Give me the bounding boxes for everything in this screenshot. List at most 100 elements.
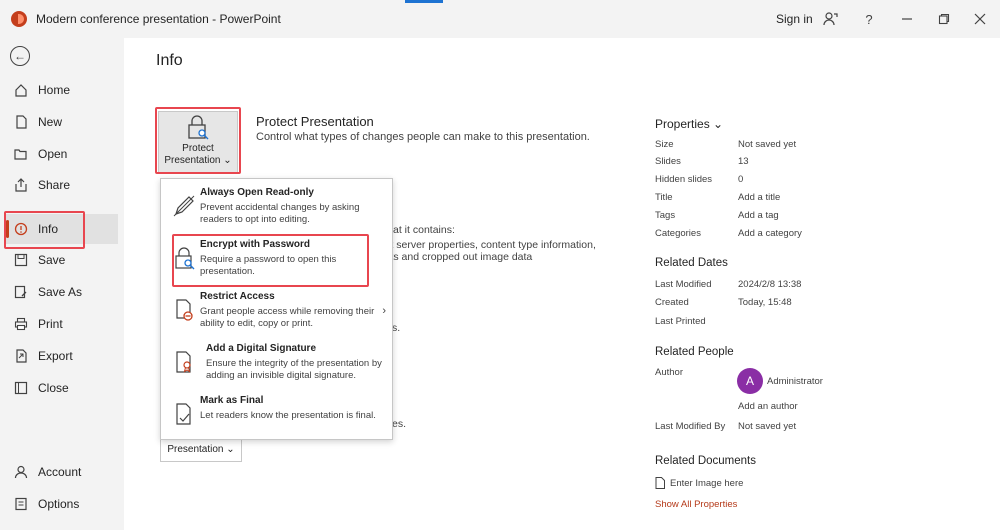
backstage-sidebar: ← Home New Open Share Info Save Save As … — [0, 38, 124, 530]
property-value-editable[interactable]: Add a category — [738, 228, 802, 239]
sidebar-item-label: New — [38, 115, 63, 129]
property-label: Tags — [655, 210, 676, 221]
new-document-icon — [14, 115, 28, 129]
title-bar: Modern conference presentation - PowerPo… — [0, 0, 1000, 38]
title-indicator — [405, 0, 443, 3]
home-icon — [14, 83, 28, 97]
menu-item-description: Ensure the integrity of the presentation… — [206, 358, 382, 381]
property-value-editable[interactable]: Add a title — [738, 192, 780, 203]
sidebar-item-share[interactable]: Share — [6, 170, 118, 200]
coauthor-icon[interactable] — [820, 8, 842, 30]
window-title: Modern conference presentation - PowerPo… — [36, 12, 281, 26]
sidebar-item-options[interactable]: Options — [6, 489, 118, 519]
mark-final-icon — [171, 401, 197, 427]
sidebar-item-label: Share — [38, 178, 71, 192]
sidebar-item-label: Account — [38, 465, 82, 479]
author-label: Author — [655, 367, 683, 378]
save-icon — [14, 253, 28, 267]
sidebar-item-save-as[interactable]: Save As — [6, 277, 118, 307]
inspect-text: ments and cropped out image data — [370, 251, 533, 263]
minimize-icon[interactable] — [896, 8, 918, 30]
menu-item-title: Encrypt with Password — [200, 239, 311, 250]
property-label: Title — [655, 192, 673, 203]
sidebar-item-label: Print — [38, 317, 63, 331]
date-label: Last Modified — [655, 279, 712, 290]
menu-item-restrict-access[interactable]: Restrict Access Grant people access whil… — [161, 283, 392, 335]
sidebar-item-label: Options — [38, 497, 80, 511]
sidebar-item-label: Close — [38, 381, 69, 395]
protect-menu: Always Open Read-only Prevent accidental… — [160, 178, 393, 440]
restore-icon[interactable] — [933, 8, 955, 30]
inspect-text: s. — [392, 322, 401, 334]
protect-presentation-button[interactable]: Protect Presentation ⌄ — [158, 111, 238, 173]
property-value: 13 — [738, 156, 749, 167]
protect-button-line1: Protect — [182, 143, 214, 154]
sidebar-item-close[interactable]: Close — [6, 373, 118, 403]
protect-button-line2: Presentation ⌄ — [164, 155, 232, 166]
sidebar-item-label: Info — [38, 222, 59, 236]
date-label: Created — [655, 297, 689, 308]
export-icon — [14, 349, 28, 363]
options-icon — [14, 497, 28, 511]
property-label: Size — [655, 139, 674, 150]
sidebar-item-label: Home — [38, 83, 71, 97]
share-icon — [14, 178, 28, 192]
sidebar-item-info[interactable]: Info — [6, 214, 118, 244]
property-value: Not saved yet — [738, 421, 797, 432]
author-name-text: Administrator — [767, 376, 823, 387]
protect-description: Control what types of changes people can… — [256, 131, 590, 143]
folder-open-icon — [14, 147, 28, 161]
info-icon — [14, 222, 28, 236]
menu-item-title: Mark as Final — [200, 395, 264, 406]
help-icon[interactable]: ? — [858, 8, 880, 30]
date-value: Today, 15:48 — [738, 297, 792, 308]
sidebar-item-home[interactable]: Home — [6, 75, 118, 105]
menu-item-description: Let readers know the presentation is fin… — [200, 410, 376, 421]
lock-key-icon — [188, 115, 209, 140]
date-label: Last Printed — [655, 316, 706, 327]
sign-in-link[interactable]: Sign in — [776, 12, 813, 26]
close-document-icon — [14, 381, 28, 395]
avatar[interactable]: A — [737, 368, 763, 394]
back-arrow-icon[interactable]: ← — [10, 46, 30, 66]
sidebar-item-label: Save As — [38, 285, 83, 299]
menu-item-title: Restrict Access — [200, 291, 275, 302]
restrict-access-icon — [171, 297, 197, 323]
property-value-editable[interactable]: Add a tag — [738, 210, 779, 221]
menu-item-mark-as-final[interactable]: Mark as Final Let readers know the prese… — [161, 387, 392, 439]
powerpoint-logo-icon — [11, 11, 27, 27]
date-value: 2024/2/8 13:38 — [738, 279, 802, 290]
inspect-text: ment server properties, content type inf… — [370, 239, 596, 251]
sidebar-item-open[interactable]: Open — [6, 139, 118, 169]
menu-item-description: Require a password to open this presenta… — [200, 254, 337, 277]
related-documents-heading: Related Documents — [655, 455, 756, 467]
enter-image-text: Enter Image here — [670, 477, 744, 489]
sidebar-item-account[interactable]: Account — [6, 457, 118, 487]
account-icon — [14, 465, 28, 479]
show-all-text: Show All Properties — [655, 499, 738, 510]
sidebar-item-save[interactable]: Save — [6, 245, 118, 275]
property-label: Categories — [655, 228, 701, 239]
page-title: Info — [156, 52, 183, 69]
print-icon — [14, 317, 28, 331]
property-label: Hidden slides — [655, 174, 713, 185]
sidebar-item-new[interactable]: New — [6, 107, 118, 137]
digital-signature-icon — [171, 349, 197, 375]
menu-item-description: Grant people access while removing their… — [200, 306, 375, 329]
property-value: Not saved yet — [738, 139, 797, 150]
related-dates-heading: Related Dates — [655, 257, 728, 269]
lock-key-icon — [171, 245, 197, 271]
properties-heading[interactable]: Properties ⌄ — [655, 117, 723, 131]
pencil-read-only-icon — [171, 193, 197, 219]
close-window-icon[interactable] — [969, 8, 991, 30]
submenu-arrow-icon: › — [382, 305, 386, 317]
document-icon — [655, 477, 665, 489]
menu-item-always-open-read-only[interactable]: Always Open Read-only Prevent accidental… — [161, 179, 392, 231]
menu-item-encrypt-with-password[interactable]: Encrypt with Password Require a password… — [161, 231, 392, 283]
sidebar-item-label: Open — [38, 147, 68, 161]
sidebar-item-print[interactable]: Print — [6, 309, 118, 339]
menu-item-add-digital-signature[interactable]: Add a Digital Signature Ensure the integ… — [161, 335, 392, 387]
property-label: Slides — [655, 156, 681, 167]
related-people-heading: Related People — [655, 346, 734, 358]
sidebar-item-export[interactable]: Export — [6, 341, 118, 371]
